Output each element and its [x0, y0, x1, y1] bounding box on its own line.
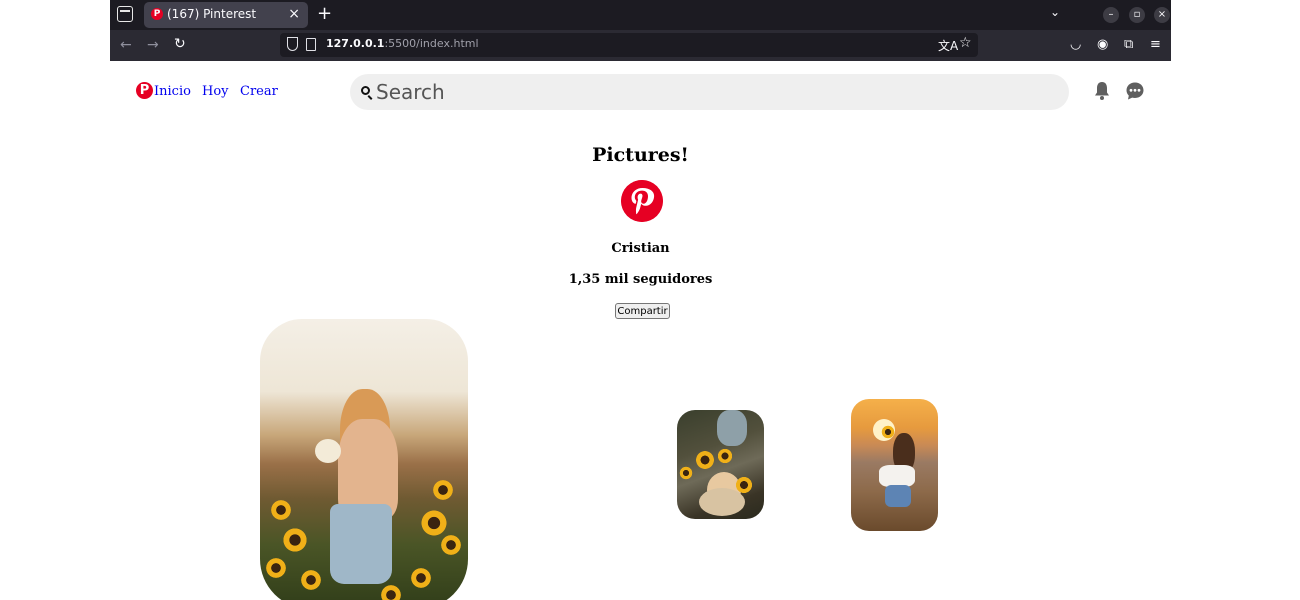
search-icon — [361, 86, 370, 95]
figure-jeans — [330, 504, 392, 584]
pin-image-sunflowers-lying[interactable] — [677, 410, 764, 519]
sunflower — [420, 509, 448, 537]
chat-icon[interactable] — [1125, 81, 1145, 101]
search-input[interactable] — [376, 78, 1056, 106]
account-icon[interactable]: ◉ — [1097, 37, 1108, 52]
browser-tab[interactable]: P (167) Pinterest × — [144, 2, 308, 28]
profile-name: Cristian — [611, 241, 670, 256]
sunflower — [282, 527, 308, 553]
pinterest-favicon-icon: P — [151, 8, 163, 20]
menu-icon[interactable]: ≡ — [1150, 37, 1161, 52]
pocket-icon[interactable]: ◡ — [1070, 37, 1081, 52]
tab-bar: P (167) Pinterest × + ⌄ – ▫ × — [110, 0, 1171, 30]
sunflower — [695, 450, 715, 470]
sunflower — [679, 466, 693, 480]
minimize-icon[interactable]: – — [1103, 7, 1119, 23]
restore-icon[interactable]: ▫ — [1129, 7, 1145, 23]
sunflower — [735, 476, 753, 494]
reload-icon[interactable]: ↻ — [174, 36, 186, 52]
figure-shorts — [885, 485, 911, 507]
page-info-icon[interactable] — [306, 38, 316, 51]
search-bar — [350, 74, 1069, 110]
sunflower — [410, 567, 432, 589]
translate-icon[interactable]: 文A — [938, 37, 958, 54]
sunflower — [300, 569, 322, 591]
figure-body — [717, 410, 747, 446]
page-title: Pictures! — [592, 144, 689, 166]
sunflower — [380, 584, 402, 600]
followers-count: 1,35 mil seguidores — [568, 272, 713, 287]
url-path: :5500/index.html — [384, 37, 479, 50]
list-all-tabs-icon[interactable]: ⌄ — [1050, 5, 1060, 19]
url-bar[interactable]: 127.0.0.1:5500/index.html 文A ☆ — [280, 33, 978, 57]
bookmark-star-icon[interactable]: ☆ — [959, 35, 972, 51]
pin-image-sunflower-field[interactable] — [260, 319, 468, 600]
new-tab-icon[interactable]: + — [317, 3, 332, 24]
tab-title: (167) Pinterest — [167, 7, 257, 21]
sunflower — [270, 499, 292, 521]
nav-link-hoy[interactable]: Hoy — [202, 84, 229, 99]
tracking-shield-icon[interactable] — [287, 37, 298, 51]
tab-overview-icon[interactable] — [117, 6, 133, 22]
url-host: 127.0.0.1 — [326, 37, 385, 50]
url-text[interactable]: 127.0.0.1:5500/index.html — [326, 37, 479, 50]
sunflower — [881, 425, 895, 439]
close-tab-icon[interactable]: × — [288, 6, 300, 22]
flower-bouquet — [315, 439, 341, 463]
web-page: P Inicio Hoy Crear Pictures! Cristian 1,… — [110, 61, 1171, 600]
browser-window: P (167) Pinterest × + ⌄ – ▫ × ← → ↻ 127.… — [110, 0, 1171, 600]
sunflower — [440, 534, 462, 556]
share-button[interactable]: Compartir — [615, 303, 670, 319]
figure-top — [879, 465, 915, 487]
bell-icon[interactable] — [1094, 81, 1110, 101]
sunflower — [432, 479, 454, 501]
nav-link-inicio[interactable]: Inicio — [154, 84, 191, 99]
navigation-toolbar: ← → ↻ 127.0.0.1:5500/index.html 文A ☆ ◡ ◉… — [110, 30, 1171, 61]
pinterest-logo-icon[interactable]: P — [136, 82, 153, 99]
pin-image-wheat-field-sunset[interactable] — [851, 399, 938, 531]
sunflower — [265, 557, 287, 579]
nav-link-crear[interactable]: Crear — [240, 84, 278, 99]
extensions-icon[interactable]: ⧉ — [1124, 37, 1133, 52]
forward-icon[interactable]: → — [147, 37, 159, 53]
sunflower — [717, 448, 733, 464]
back-icon[interactable]: ← — [120, 37, 132, 53]
close-window-icon[interactable]: × — [1154, 7, 1170, 23]
profile-avatar-pinterest-icon — [621, 180, 663, 222]
